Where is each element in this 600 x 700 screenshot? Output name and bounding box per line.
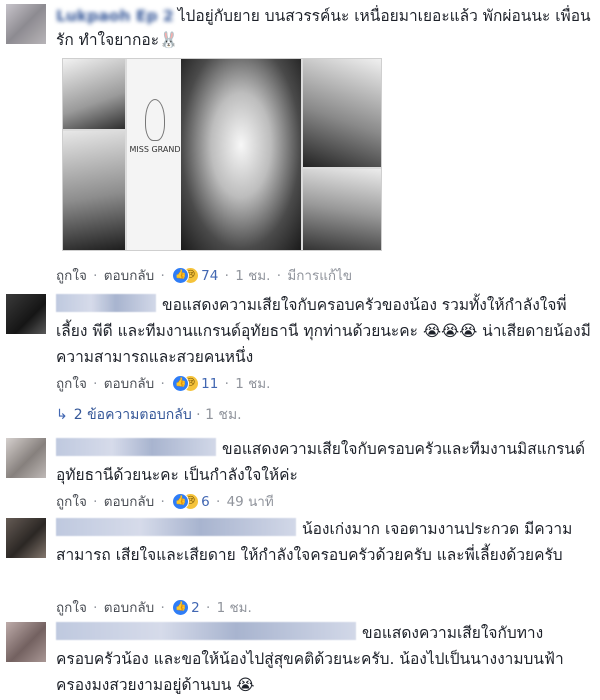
logo-crest <box>145 99 165 141</box>
comment-photo[interactable]: MISS GRAND <box>62 58 382 251</box>
like-reaction-icon: 👍 <box>172 599 190 616</box>
like-link[interactable]: ถูกใจ <box>56 268 87 284</box>
comment-actions: ถูกใจ · ตอบกลับ · 👍 2 · 1 ชม. <box>56 596 252 618</box>
separator: · <box>160 376 165 392</box>
separator: · <box>93 494 98 510</box>
avatar[interactable] <box>6 4 46 44</box>
reply-link[interactable]: ตอบกลับ <box>104 600 154 616</box>
timestamp[interactable]: 1 ชม. <box>217 600 252 616</box>
timestamp[interactable]: 1 ชม. <box>235 376 270 392</box>
separator: · <box>93 268 98 284</box>
photo-caption: MISS GRAND <box>129 145 181 154</box>
separator: · <box>160 268 165 284</box>
photo-portrait-center <box>181 59 301 250</box>
comment-actions: ถูกใจ · ตอบกลับ · 👍 😢 6 · 49 นาที <box>56 490 274 512</box>
separator: · <box>216 494 221 510</box>
reactions[interactable]: 👍 <box>172 599 190 616</box>
separator: · <box>224 268 229 284</box>
photo-portrait-top-left <box>63 59 125 129</box>
like-reaction-icon: 👍 <box>172 375 190 392</box>
avatar[interactable] <box>6 438 46 478</box>
avatar[interactable] <box>6 622 46 662</box>
commenter-name-text[interactable]: Lukpaoh Ep 2 <box>56 7 174 25</box>
reactions[interactable]: 👍 😢 <box>172 493 200 510</box>
commenter-name[interactable] <box>56 438 216 456</box>
reply-link[interactable]: ตอบกลับ <box>104 494 154 510</box>
reaction-count[interactable]: 2 <box>191 600 200 616</box>
like-link[interactable]: ถูกใจ <box>56 600 87 616</box>
like-link[interactable]: ถูกใจ <box>56 494 87 510</box>
reply-arrow-icon: ↳ <box>56 407 68 423</box>
reactions[interactable]: 👍 😢 <box>172 267 200 284</box>
comment-actions: ถูกใจ · ตอบกลับ · 👍 😢 11 · 1 ชม. <box>56 372 270 394</box>
reaction-count[interactable]: 74 <box>201 268 218 284</box>
commenter-name[interactable] <box>56 294 156 312</box>
comment-actions: ถูกใจ · ตอบกลับ · 👍 😢 74 · 1 ชม. · มีการแก… <box>56 264 352 286</box>
like-link[interactable]: ถูกใจ <box>56 376 87 392</box>
edited-label[interactable]: มีการแก้ไข <box>287 268 352 284</box>
photo-portrait-top-right <box>303 59 381 167</box>
like-reaction-icon: 👍 <box>172 493 190 510</box>
separator: · <box>93 600 98 616</box>
replies-count[interactable]: 2 ข้อความตอบกลับ <box>74 407 192 423</box>
timestamp[interactable]: 49 นาที <box>227 494 274 510</box>
separator: · <box>224 376 229 392</box>
commenter-name[interactable] <box>56 622 356 640</box>
reaction-count[interactable]: 6 <box>201 494 210 510</box>
separator: · <box>276 268 282 284</box>
timestamp[interactable]: 1 ชม. <box>235 268 270 284</box>
separator: · <box>196 407 206 423</box>
like-reaction-icon: 👍 <box>172 267 190 284</box>
separator: · <box>160 600 165 616</box>
avatar[interactable] <box>6 294 46 334</box>
photo-portrait-bottom-right <box>303 169 381 250</box>
reply-link[interactable]: ตอบกลับ <box>104 268 154 284</box>
avatar[interactable] <box>6 518 46 558</box>
comment-body: ขอแสดงความเสียใจกับครอบครัวและทีมงานมิสแ… <box>56 436 594 488</box>
reaction-count[interactable]: 11 <box>201 376 218 392</box>
photo-logo-area: MISS GRAND <box>127 59 181 250</box>
comment-body: น้องเก่งมาก เจอตามงานประกวด มีความสามารถ… <box>56 516 594 568</box>
separator: · <box>160 494 165 510</box>
comment-body: ขอแสดงความเสียใจกับครอบครัวของน้อง รวมทั… <box>56 292 594 370</box>
separator: · <box>93 376 98 392</box>
comment-body: ขอแสดงความเสียใจกับทางครอบครัวน้อง และขอ… <box>56 620 594 698</box>
commenter-name[interactable] <box>56 518 296 536</box>
replies-timestamp: 1 ชม. <box>205 407 242 423</box>
view-replies-link[interactable]: ↳ 2 ข้อความตอบกลับ · 1 ชม. <box>56 404 242 426</box>
separator: · <box>206 600 211 616</box>
comment-body: Lukpaoh Ep 2 ไปอยู่กับยาย บนสวรรค์นะ เหนื… <box>56 4 594 52</box>
reactions[interactable]: 👍 😢 <box>172 375 200 392</box>
reply-link[interactable]: ตอบกลับ <box>104 376 154 392</box>
photo-portrait-bottom-left <box>63 131 125 250</box>
